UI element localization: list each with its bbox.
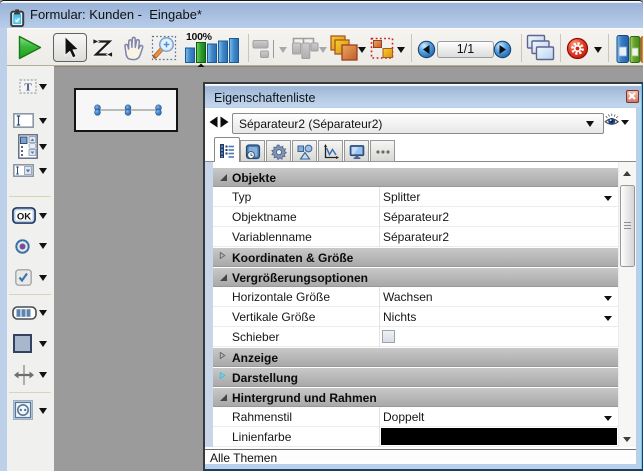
svg-text:OK: OK (17, 212, 31, 223)
svg-text:T: T (24, 82, 32, 94)
